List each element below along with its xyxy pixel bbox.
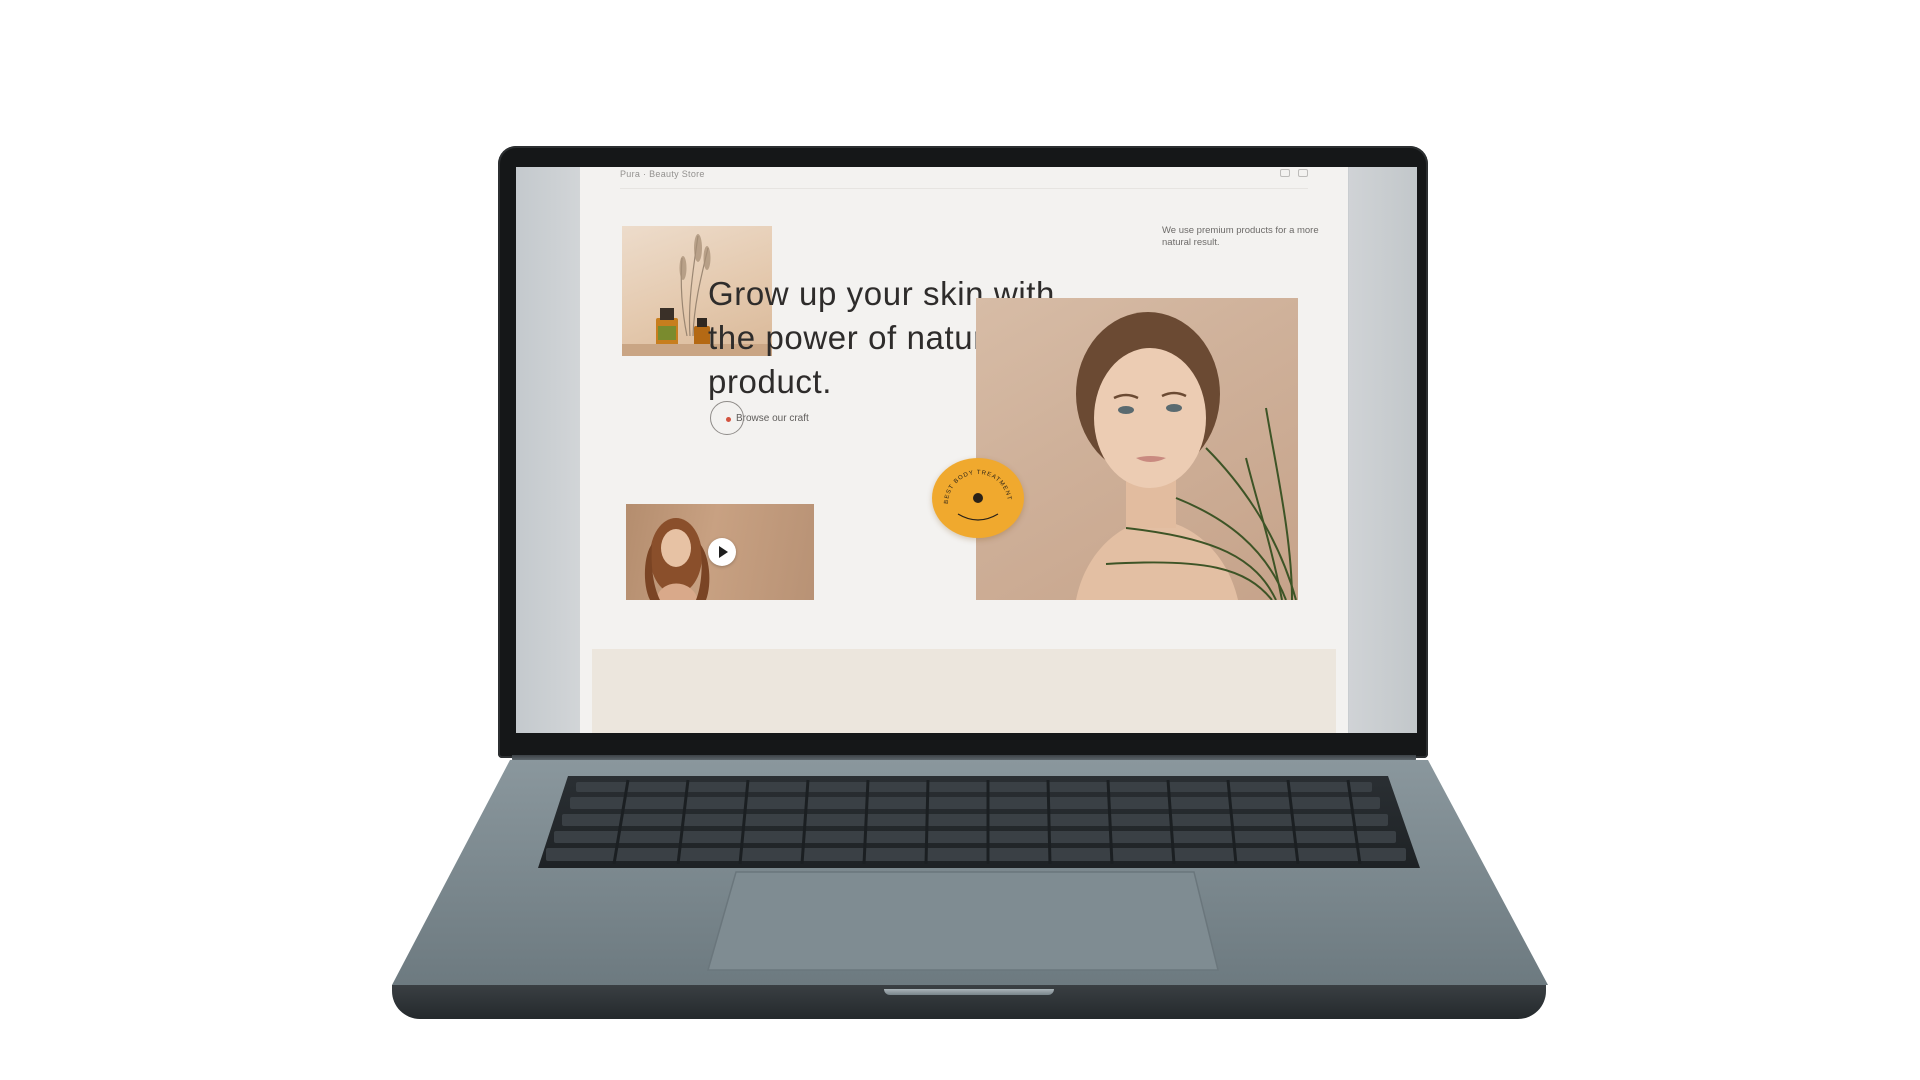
hero-model-illustration bbox=[1076, 312, 1297, 600]
cta-ring-icon[interactable] bbox=[710, 401, 744, 435]
svg-text:BEST BODY TREATMENT IN TOWN: BEST BODY TREATMENT IN TOWN bbox=[932, 458, 1012, 504]
tagline: We use premium products for a more natur… bbox=[1162, 225, 1319, 248]
cta-dot-icon bbox=[726, 417, 731, 422]
badge-dot-icon bbox=[973, 493, 983, 503]
screen-right-margin bbox=[1349, 167, 1417, 733]
hero-model-photo bbox=[976, 298, 1298, 600]
laptop-screen: Pura · Beauty Store We use premium produ… bbox=[516, 167, 1417, 733]
brand-logo[interactable]: Pura · Beauty Store bbox=[620, 169, 705, 179]
cta-label[interactable]: Browse our craft bbox=[736, 413, 809, 424]
top-navigation: Pura · Beauty Store bbox=[620, 167, 1308, 189]
video-thumbnail[interactable] bbox=[626, 504, 814, 600]
play-icon bbox=[719, 546, 728, 558]
best-treatment-badge: BEST BODY TREATMENT IN TOWN bbox=[929, 454, 1024, 538]
laptop-base bbox=[392, 760, 1548, 985]
nav-icons bbox=[1280, 169, 1308, 177]
next-section bbox=[592, 649, 1336, 733]
trackpad[interactable] bbox=[707, 871, 1219, 971]
play-button[interactable] bbox=[708, 538, 736, 566]
cart-icon[interactable] bbox=[1298, 169, 1308, 177]
stage: Pura · Beauty Store We use premium produ… bbox=[0, 0, 1920, 1080]
browse-craft-button[interactable]: Browse our craft bbox=[710, 401, 809, 435]
webpage: Pura · Beauty Store We use premium produ… bbox=[580, 167, 1348, 733]
search-icon[interactable] bbox=[1280, 169, 1290, 177]
laptop-notch bbox=[884, 989, 1054, 995]
badge-text: BEST BODY TREATMENT IN TOWN bbox=[929, 454, 1011, 504]
